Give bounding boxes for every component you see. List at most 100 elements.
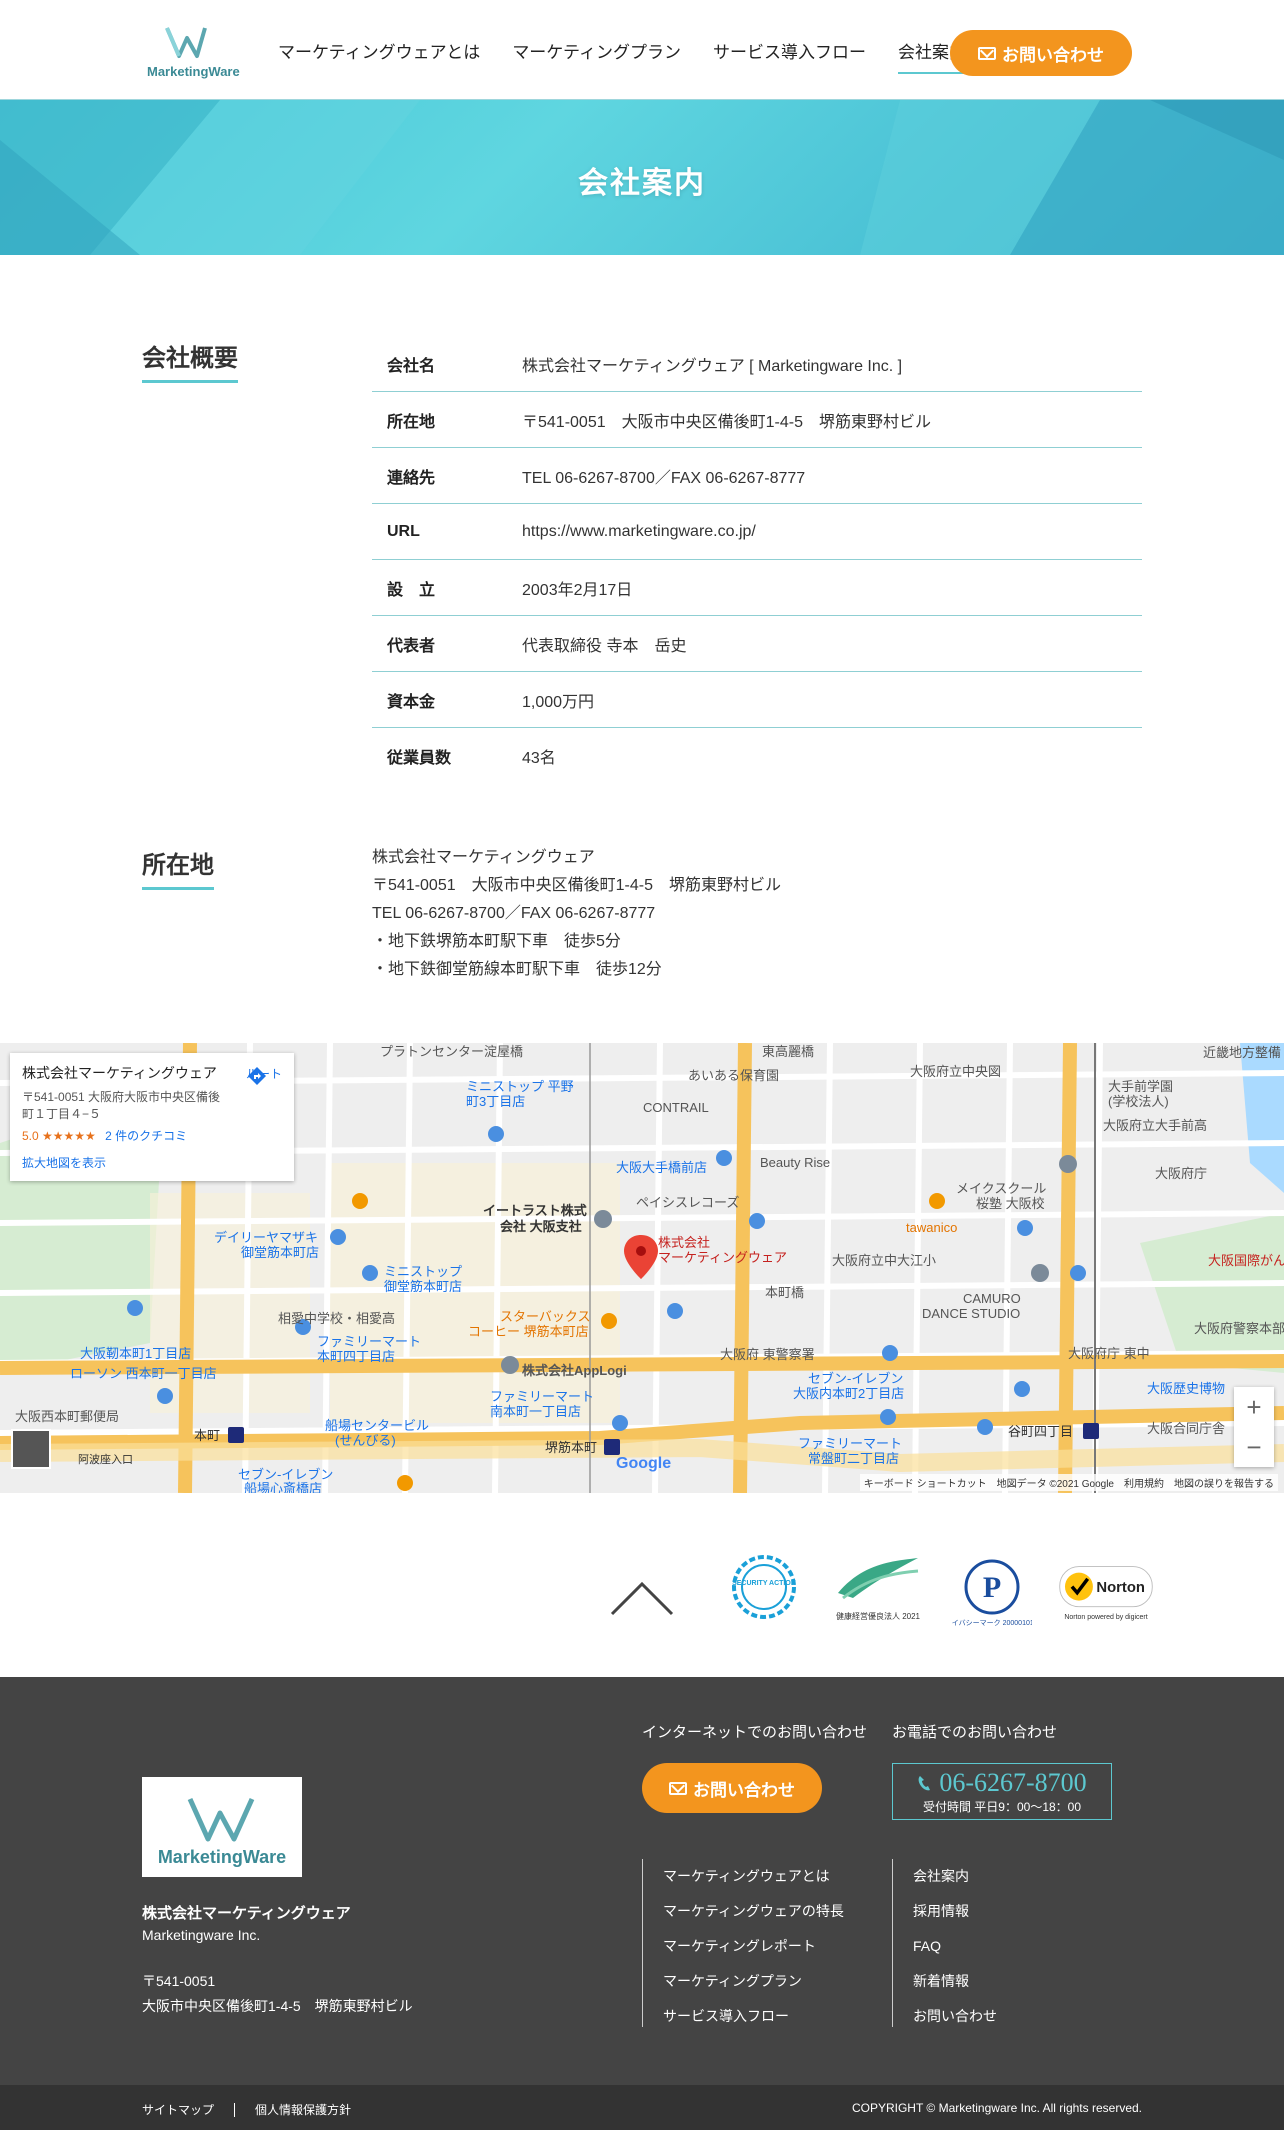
copyright: COPYRIGHT © Marketingware Inc. All right… xyxy=(851,2101,1142,2115)
svg-text:船場心斎橋店: 船場心斎橋店 xyxy=(244,1481,322,1493)
privacy-policy-link[interactable]: 個人情報保護方針 xyxy=(255,2101,351,2118)
zoom-controls: + − xyxy=(1234,1387,1274,1467)
svg-text:ミニストップ: ミニストップ xyxy=(384,1264,462,1279)
site-logo[interactable]: MarketingWare xyxy=(145,24,250,82)
footer-link-company[interactable]: 会社案内 xyxy=(913,1859,997,1894)
footer-link-flow[interactable]: サービス導入フロー xyxy=(663,1999,844,2034)
rating-stars: 5.0 ★★★★★ xyxy=(22,1129,96,1143)
footer-link-features[interactable]: マーケティングウェアの特長 xyxy=(663,1894,844,1929)
svg-text:tawanico: tawanico xyxy=(906,1220,957,1235)
google-logo: Google xyxy=(616,1455,672,1472)
row-value: TEL 06-6267-8700／FAX 06-6267-8777 xyxy=(522,469,806,487)
location-line: 〒541-0051 大阪市中央区備後町1-4-5 堺筋東野村ビル xyxy=(372,877,781,894)
svg-text:ファミリーマート: ファミリーマート xyxy=(798,1436,902,1451)
svg-text:大阪府立中央図: 大阪府立中央図 xyxy=(910,1064,1001,1079)
footer-link-report[interactable]: マーケティングレポート xyxy=(663,1929,844,1964)
route-button[interactable]: ルート xyxy=(246,1065,282,1085)
footer-link-plan[interactable]: マーケティングプラン xyxy=(663,1964,844,1999)
footer-link-faq[interactable]: FAQ xyxy=(913,1929,997,1964)
location-line: ・地下鉄堺筋本町駅下車 徒歩5分 xyxy=(372,933,621,950)
site-header: MarketingWare マーケティングウェアとは マーケティングプラン サー… xyxy=(0,0,1284,100)
location-line: TEL 06-6267-8700／FAX 06-6267-8777 xyxy=(372,905,656,922)
nav-item-plan[interactable]: マーケティングプラン xyxy=(512,38,681,73)
footer-links-right: 会社案内 採用情報 FAQ 新着情報 お問い合わせ xyxy=(892,1859,997,2027)
footer-link-recruit[interactable]: 採用情報 xyxy=(913,1894,997,1929)
svg-text:プラトンセンター淀屋橋: プラトンセンター淀屋橋 xyxy=(380,1044,523,1059)
bottom-links: サイトマップ 個人情報保護方針 xyxy=(142,2101,351,2118)
company-info-table: 会社名 株式会社マーケティングウェア [ Marketingware Inc. ]… xyxy=(372,336,1142,784)
badge-text: 健康経営優良法人 2021 xyxy=(836,1611,921,1621)
table-row: 資本金 1,000万円 xyxy=(372,672,1142,728)
directions-icon xyxy=(247,1067,266,1085)
footer-logo[interactable]: MarketingWare xyxy=(142,1777,302,1877)
svg-text:MarketingWare: MarketingWare xyxy=(147,64,240,79)
privacy-mark-badge: P プライバシーマーク 20000101(09) xyxy=(944,1553,1040,1629)
row-value: 代表取締役 寺本 岳史 xyxy=(522,637,687,655)
mail-icon xyxy=(669,1781,687,1795)
nav-item-flow[interactable]: サービス導入フロー xyxy=(713,38,866,73)
svg-text:大阪府庁 東中: 大阪府庁 東中 xyxy=(1068,1346,1150,1361)
norton-badge: Norton Norton powered by digicert xyxy=(1058,1553,1154,1629)
keyboard-shortcuts-link[interactable]: キーボード ショートカット xyxy=(864,1475,987,1490)
row-key: 会社名 xyxy=(387,357,436,375)
svg-text:大阪歴史博物: 大阪歴史博物 xyxy=(1147,1381,1225,1396)
place-rating: 5.0 ★★★★★ 2 件のクチコミ xyxy=(22,1127,282,1144)
svg-text:セブン-イレブン: セブン-イレブン xyxy=(238,1467,333,1482)
mail-icon xyxy=(978,46,996,60)
footer-link-contact[interactable]: お問い合わせ xyxy=(913,1999,997,2034)
phone-icon xyxy=(918,1776,931,1791)
map-type-toggle[interactable] xyxy=(11,1429,51,1469)
svg-text:東高麗橋: 東高麗橋 xyxy=(762,1044,814,1059)
svg-text:イートラスト株式: イートラスト株式 xyxy=(483,1203,587,1218)
footer-contact-label: お問い合わせ xyxy=(693,1780,795,1800)
terms-link[interactable]: 利用規約 xyxy=(1124,1475,1164,1490)
row-key: 資本金 xyxy=(387,693,436,711)
reviews-link[interactable]: 2 件のクチコミ xyxy=(105,1129,187,1143)
footer-contact-button[interactable]: お問い合わせ xyxy=(642,1763,822,1813)
row-key: 連絡先 xyxy=(387,469,436,487)
row-key: 代表者 xyxy=(387,637,436,655)
row-value: 株式会社マーケティングウェア [ Marketingware Inc. ] xyxy=(522,357,903,375)
footer-link-about[interactable]: マーケティングウェアとは xyxy=(663,1859,844,1894)
page-title: 会社案内 xyxy=(578,167,706,200)
footer-link-news[interactable]: 新着情報 xyxy=(913,1964,997,1999)
svg-text:大阪大手橋前店: 大阪大手橋前店 xyxy=(616,1160,707,1175)
svg-text:大手前学園: 大手前学園 xyxy=(1108,1079,1173,1094)
map-data-credit: 地図データ ©2021 Google xyxy=(996,1479,1114,1490)
svg-text:大阪国際がん: 大阪国際がん xyxy=(1208,1253,1284,1268)
table-row: 所在地 〒541-0051 大阪市中央区備後町1-4-5 堺筋東野村ビル xyxy=(372,392,1142,448)
sitemap-link[interactable]: サイトマップ xyxy=(142,2101,214,2118)
svg-text:メイクスクール: メイクスクール xyxy=(956,1181,1046,1196)
svg-text:堺筋本町: 堺筋本町 xyxy=(545,1440,597,1455)
svg-text:本町四丁目店: 本町四丁目店 xyxy=(317,1349,395,1364)
row-value: 43名 xyxy=(522,750,556,767)
report-error-link[interactable]: 地図の誤りを報告する xyxy=(1174,1475,1274,1490)
bottom-bar: サイトマップ 個人情報保護方針 COPYRIGHT © Marketingwar… xyxy=(0,2085,1284,2130)
svg-text:大阪西本町郵便局: 大阪西本町郵便局 xyxy=(15,1409,119,1424)
google-map[interactable]: イートラスト株式 会社 大阪支社 株式会社 マーケティングウェア ミニストップ … xyxy=(0,1043,1284,1493)
svg-text:会社 大阪支社: 会社 大阪支社 xyxy=(500,1219,582,1234)
page-top-button[interactable] xyxy=(610,1580,674,1616)
svg-text:大阪府立中大江小: 大阪府立中大江小 xyxy=(832,1253,936,1268)
svg-text:常盤町二丁目店: 常盤町二丁目店 xyxy=(808,1451,899,1466)
svg-text:大阪府立大手前高: 大阪府立大手前高 xyxy=(1103,1118,1207,1133)
svg-text:大阪内本町2丁目店: 大阪内本町2丁目店 xyxy=(793,1386,904,1401)
svg-text:ファミリーマート: ファミリーマート xyxy=(490,1389,594,1404)
svg-text:桜塾 大阪校: 桜塾 大阪校 xyxy=(976,1196,1045,1211)
table-row: 会社名 株式会社マーケティングウェア [ Marketingware Inc. ] xyxy=(372,336,1142,392)
row-key: URL xyxy=(387,522,420,540)
location-line: 株式会社マーケティングウェア xyxy=(372,849,595,866)
nav-item-about[interactable]: マーケティングウェアとは xyxy=(278,38,480,73)
enlarge-map-link[interactable]: 拡大地図を表示 xyxy=(22,1154,282,1171)
table-row: 設 立 2003年2月17日 xyxy=(372,560,1142,616)
place-name: 株式会社マーケティングウェア xyxy=(22,1065,217,1081)
zoom-in-button[interactable]: + xyxy=(1234,1387,1274,1427)
contact-button[interactable]: お問い合わせ xyxy=(950,30,1132,76)
svg-text:株式会社: 株式会社 xyxy=(658,1235,710,1250)
footer-zip: 〒541-0051 xyxy=(142,1973,216,1989)
svg-text:CAMURO: CAMURO xyxy=(963,1291,1021,1306)
hero-banner: 会社案内 xyxy=(0,100,1284,255)
zoom-out-button[interactable]: − xyxy=(1234,1427,1274,1467)
phone-box[interactable]: 06-6267-8700 受付時間 平日9：00〜18：00 xyxy=(892,1763,1112,1820)
internet-inquiry-label: インターネットでのお問い合わせ xyxy=(642,1724,868,1741)
